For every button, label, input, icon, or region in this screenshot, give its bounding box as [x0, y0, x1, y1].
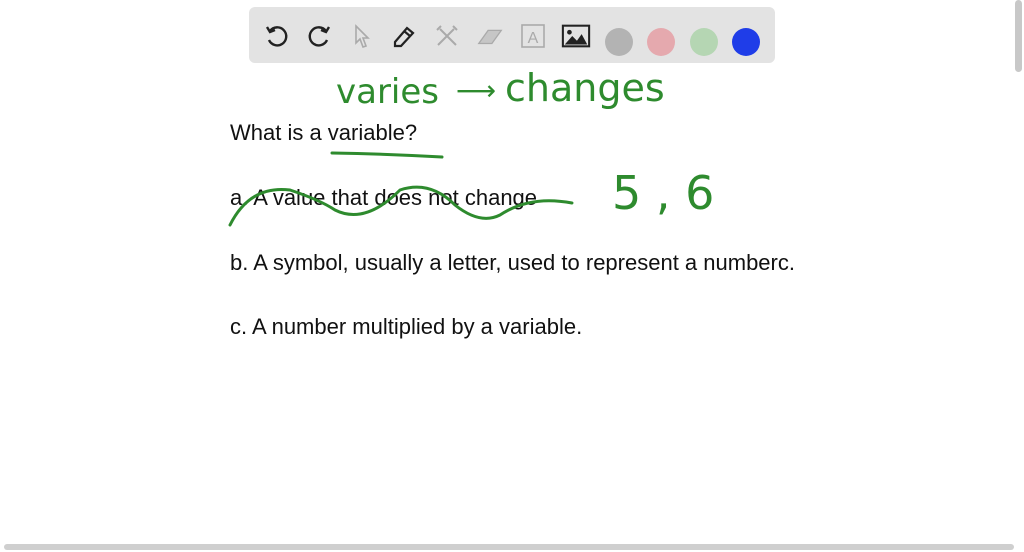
tools-button[interactable]: [432, 21, 462, 51]
underline-stroke: [330, 151, 444, 159]
pen-button[interactable]: [389, 21, 419, 51]
color-pink-swatch[interactable]: [647, 28, 675, 56]
horizontal-scrollbar[interactable]: [4, 544, 1014, 550]
option-b: b. A symbol, usually a letter, used to r…: [230, 250, 795, 275]
annotation-changes: changes: [505, 66, 665, 110]
select-pointer-icon: [355, 24, 370, 49]
color-green-swatch[interactable]: [690, 28, 718, 56]
question-text: What is a variable?: [230, 120, 418, 145]
option-a: a. A value that does not change: [230, 185, 538, 210]
image-icon: [561, 24, 591, 48]
annotation-varies: varies: [336, 72, 440, 112]
eraser-icon: [477, 29, 503, 45]
tools-icon: [436, 25, 458, 46]
pen-icon: [393, 26, 415, 48]
drawing-toolbar: A: [249, 7, 775, 63]
image-button[interactable]: [561, 21, 591, 51]
redo-button[interactable]: [304, 21, 334, 51]
annotation-numbers: 5 , 6: [612, 166, 715, 220]
undo-icon: [265, 26, 288, 47]
option-c: c. A number multiplied by a variable.: [230, 314, 583, 339]
svg-text:A: A: [528, 30, 539, 47]
color-blue-swatch[interactable]: [732, 28, 760, 56]
undo-button[interactable]: [262, 21, 292, 51]
color-gray-swatch[interactable]: [605, 28, 633, 56]
annotation-arrow: ⟶: [456, 74, 497, 107]
redo-icon: [308, 26, 331, 47]
text-box-icon: A: [521, 24, 545, 48]
eraser-button[interactable]: [475, 21, 505, 51]
text-button[interactable]: A: [518, 21, 548, 51]
select-button[interactable]: [347, 21, 377, 51]
vertical-scrollbar[interactable]: [1015, 0, 1022, 72]
